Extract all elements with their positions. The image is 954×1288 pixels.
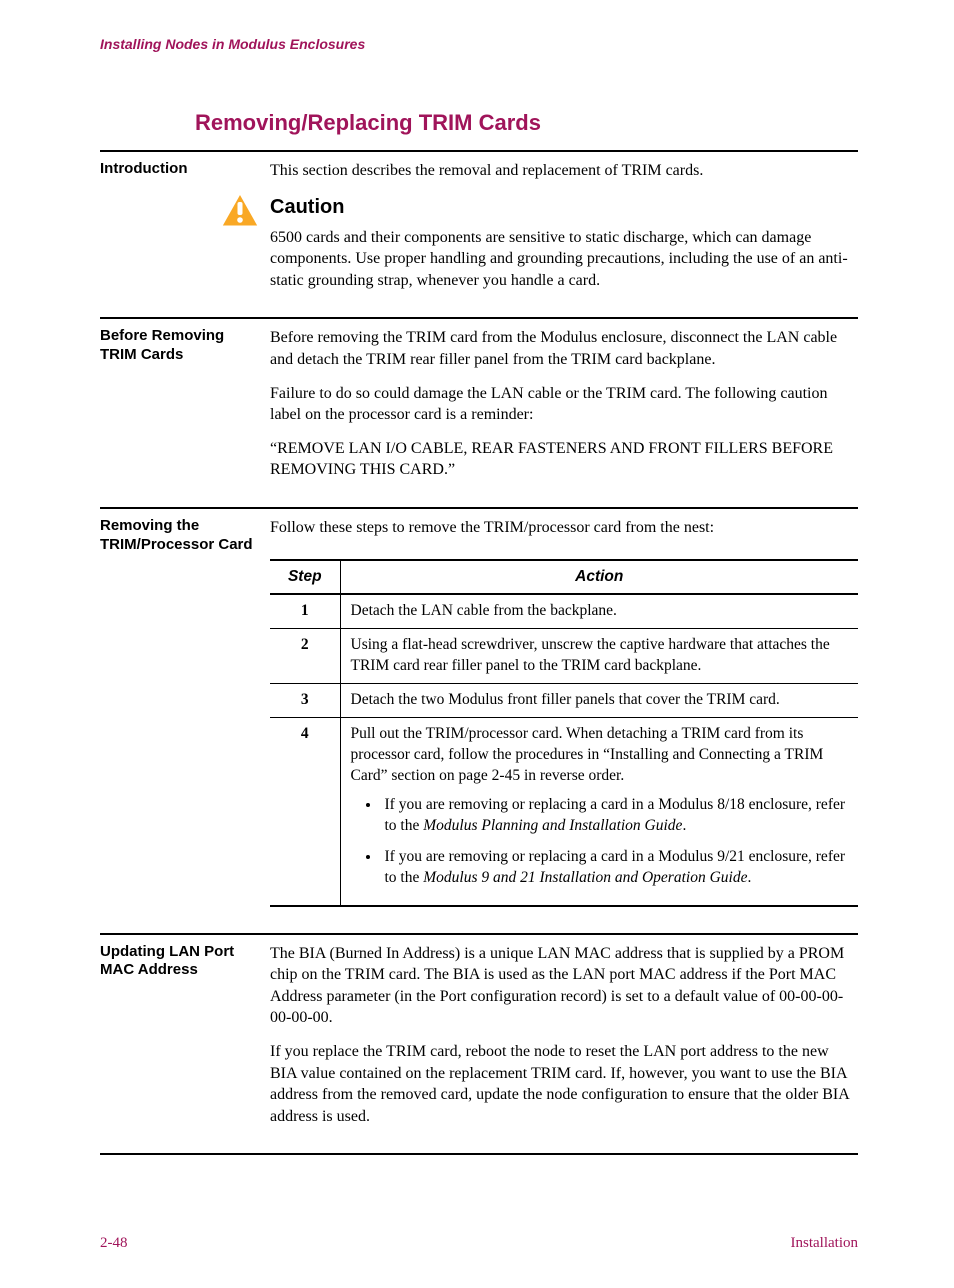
step-action: Pull out the TRIM/processor card. When d…: [340, 718, 858, 906]
caution-icon: [220, 192, 260, 228]
steps-table: Step Action 1 Detach the LAN cable from …: [270, 559, 858, 907]
updating-p1: The BIA (Burned In Address) is a unique …: [270, 943, 858, 1029]
running-header: Installing Nodes in Modulus Enclosures: [100, 36, 858, 52]
step-num: 1: [270, 594, 340, 628]
removing-block: Removing the TRIM/Processor Card Follow …: [100, 507, 858, 919]
step-num: 4: [270, 718, 340, 906]
removing-intro: Follow these steps to remove the TRIM/pr…: [270, 517, 858, 539]
intro-content: This section describes the removal and r…: [270, 160, 858, 303]
th-step: Step: [270, 560, 340, 595]
before-sidehead: Before Removing TRIM Cards: [100, 327, 270, 493]
before-p2: Failure to do so could damage the LAN ca…: [270, 383, 858, 426]
th-action: Action: [340, 560, 858, 595]
updating-sidehead: Updating LAN Port MAC Address: [100, 943, 270, 1140]
before-p1: Before removing the TRIM card from the M…: [270, 327, 858, 370]
footer: 2-48 Installation: [100, 1235, 858, 1252]
intro-block: Introduction This section describes the …: [100, 150, 858, 303]
section-title: Removing/Replacing TRIM Cards: [195, 110, 858, 136]
step4-text: Pull out the TRIM/processor card. When d…: [351, 725, 824, 784]
step-num: 3: [270, 684, 340, 718]
updating-p2: If you replace the TRIM card, reboot the…: [270, 1041, 858, 1127]
list-item: If you are removing or replacing a card …: [381, 847, 849, 889]
intro-text: This section describes the removal and r…: [270, 160, 858, 182]
step-action: Using a flat-head screwdriver, unscrew t…: [340, 629, 858, 684]
bottom-rule: [100, 1153, 858, 1155]
updating-content: The BIA (Burned In Address) is a unique …: [270, 943, 858, 1140]
step-action: Detach the two Modulus front filler pane…: [340, 684, 858, 718]
removing-sidehead: Removing the TRIM/Processor Card: [100, 517, 270, 919]
list-item: If you are removing or replacing a card …: [381, 795, 849, 837]
b1-post: .: [682, 817, 686, 834]
removing-content: Follow these steps to remove the TRIM/pr…: [270, 517, 858, 919]
updating-block: Updating LAN Port MAC Address The BIA (B…: [100, 933, 858, 1140]
b2-post: .: [747, 869, 751, 886]
intro-sidehead: Introduction: [100, 160, 270, 303]
b1-italic: Modulus Planning and Installation Guide: [423, 817, 682, 834]
table-row: 2 Using a flat-head screwdriver, unscrew…: [270, 629, 858, 684]
table-row: 1 Detach the LAN cable from the backplan…: [270, 594, 858, 628]
step-action: Detach the LAN cable from the backplane.: [340, 594, 858, 628]
step-num: 2: [270, 629, 340, 684]
footer-section: Installation: [791, 1235, 859, 1252]
table-row: 3 Detach the two Modulus front filler pa…: [270, 684, 858, 718]
caution-text: 6500 cards and their components are sens…: [270, 227, 858, 292]
before-content: Before removing the TRIM card from the M…: [270, 327, 858, 493]
before-block: Before Removing TRIM Cards Before removi…: [100, 317, 858, 493]
before-p3: “REMOVE LAN I/O CABLE, REAR FASTENERS AN…: [270, 438, 858, 481]
page-number: 2-48: [100, 1235, 128, 1252]
caution-heading: Caution: [270, 194, 858, 221]
table-row: 4 Pull out the TRIM/processor card. When…: [270, 718, 858, 906]
b2-italic: Modulus 9 and 21 Installation and Operat…: [423, 869, 747, 886]
